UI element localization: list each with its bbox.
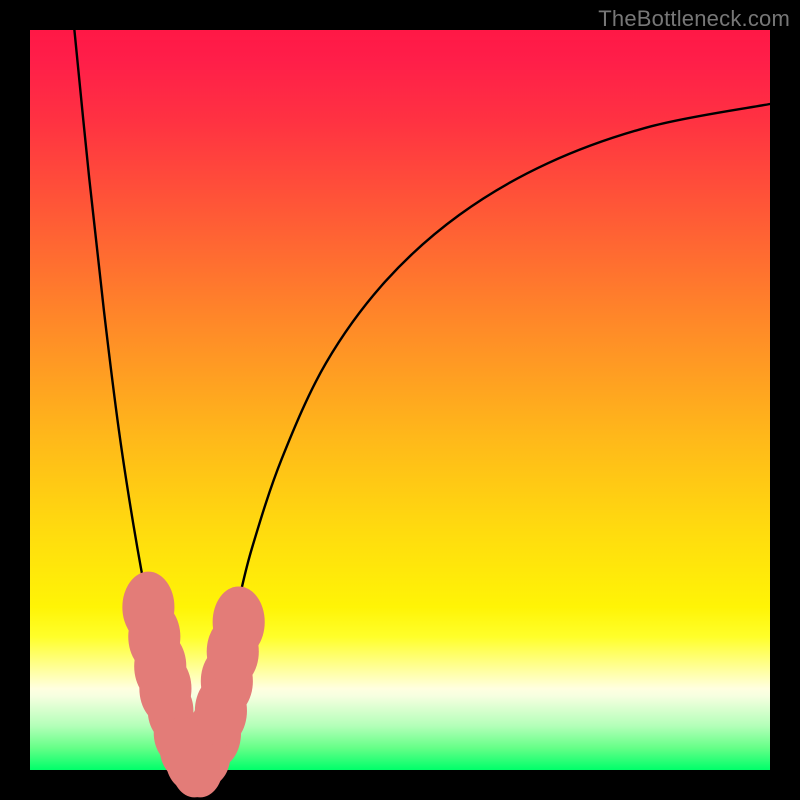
chart-markers xyxy=(122,572,264,798)
chart-frame: TheBottleneck.com xyxy=(0,0,800,800)
curve-right-branch xyxy=(193,104,770,770)
chart-plot-area xyxy=(30,30,770,770)
watermark-text: TheBottleneck.com xyxy=(598,6,790,32)
chart-svg xyxy=(30,30,770,770)
data-marker xyxy=(213,586,265,657)
